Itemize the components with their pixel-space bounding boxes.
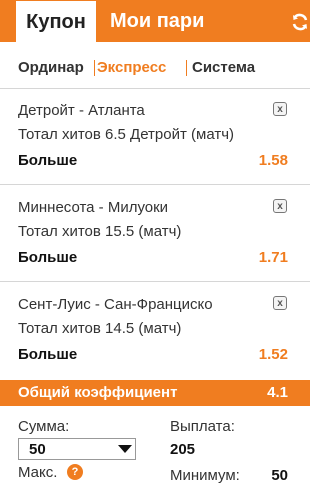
stake-label: Сумма:	[18, 418, 70, 435]
payout-value: 205	[170, 441, 196, 458]
bet-item: Сент-Луис - Сан-Франциско Тотал хитов 14…	[0, 282, 310, 378]
bet-market: Тотал хитов 15.5 (матч)	[18, 223, 182, 240]
minimum-value: 50	[271, 467, 288, 484]
max-stake-label[interactable]: Макс.	[18, 464, 57, 481]
refresh-icon[interactable]	[290, 12, 310, 32]
divider	[94, 60, 95, 76]
bet-choice: Больше	[18, 152, 78, 169]
tab-system[interactable]: Система	[192, 59, 255, 76]
payout-label: Выплата:	[170, 418, 235, 435]
remove-bet-icon[interactable]: x	[273, 102, 287, 116]
bet-odds: 1.71	[258, 249, 288, 266]
divider	[186, 60, 187, 76]
bet-odds: 1.52	[258, 346, 288, 363]
bet-slip: Купон Мои пари Ординар Экспресс Система …	[0, 0, 310, 501]
bet-market: Тотал хитов 14.5 (матч)	[18, 320, 182, 337]
tab-single[interactable]: Ординар	[18, 59, 84, 76]
bet-market: Тотал хитов 6.5 Детройт (матч)	[18, 126, 235, 143]
bet-match: Миннесота - Милуоки	[18, 199, 169, 216]
tab-express[interactable]: Экспресс	[97, 59, 166, 76]
bet-type-tabs: Ординар Экспресс Система	[0, 42, 310, 89]
tab-coupon[interactable]: Купон	[16, 0, 96, 43]
total-coefficient-bar: Общий коэффициент 4.1	[0, 380, 310, 406]
help-icon[interactable]: ?	[67, 464, 83, 480]
bet-match: Сент-Луис - Сан-Франциско	[18, 296, 213, 313]
bet-item: Детройт - Атланта Тотал хитов 6.5 Детрой…	[0, 88, 310, 185]
remove-bet-icon[interactable]: x	[273, 199, 287, 213]
stake-selected-value: 50	[29, 441, 46, 458]
tab-my-bets[interactable]: Мои пари	[110, 0, 204, 42]
stake-select[interactable]: 50	[18, 438, 136, 460]
bet-choice: Больше	[18, 249, 78, 266]
bet-odds: 1.58	[258, 152, 288, 169]
bet-match: Детройт - Атланта	[18, 102, 145, 119]
remove-bet-icon[interactable]: x	[273, 296, 287, 310]
bet-choice: Больше	[18, 346, 78, 363]
total-coefficient-value: 4.1	[267, 384, 288, 401]
total-coefficient-label: Общий коэффициент	[18, 384, 178, 401]
minimum-label: Минимум:	[170, 467, 240, 484]
chevron-down-icon[interactable]	[118, 445, 132, 453]
bet-item: Миннесота - Милуоки Тотал хитов 15.5 (ма…	[0, 185, 310, 282]
header-bar: Купон Мои пари	[0, 0, 310, 43]
